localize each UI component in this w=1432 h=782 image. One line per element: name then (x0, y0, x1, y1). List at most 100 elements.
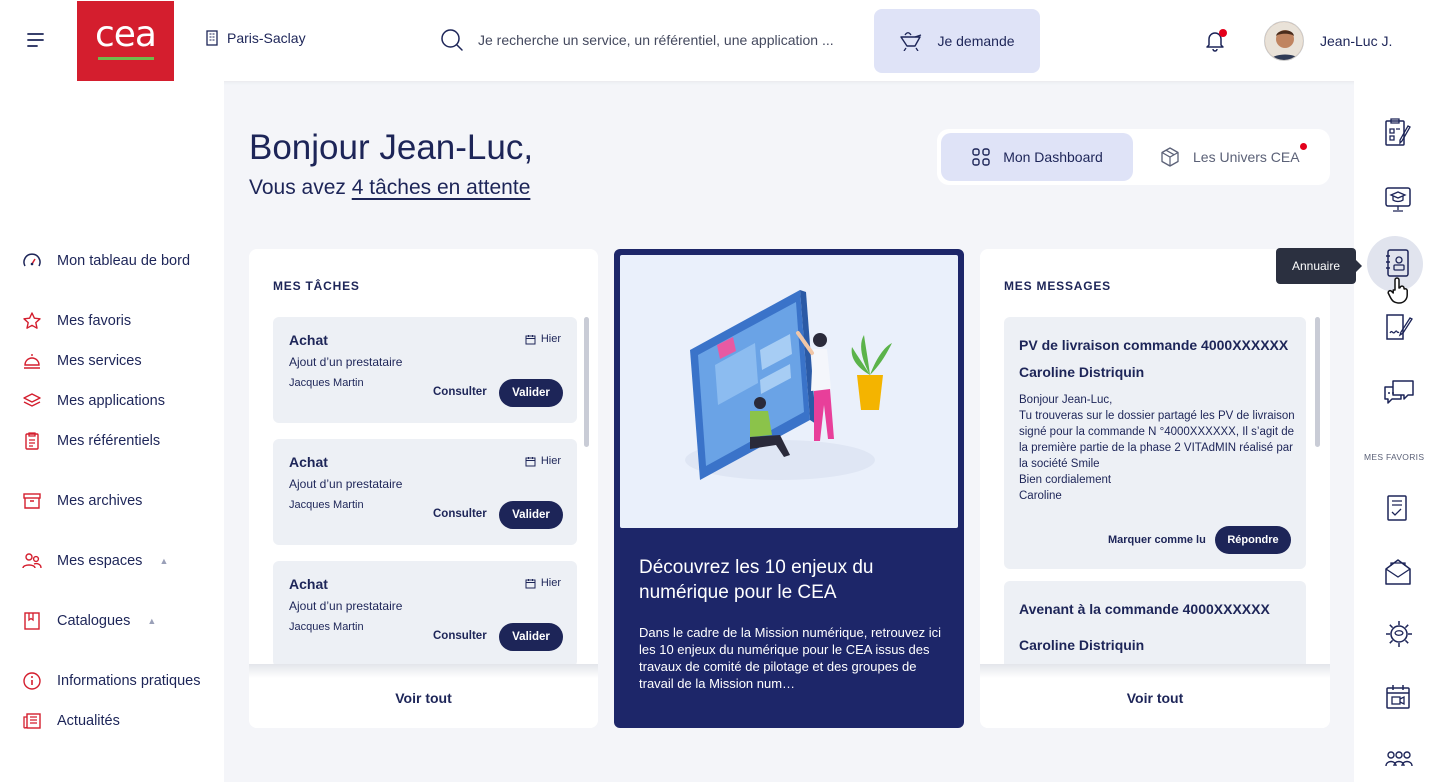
validate-button[interactable]: Valider (499, 379, 563, 407)
document-check-icon[interactable] (1383, 493, 1411, 523)
calendar-video-icon[interactable] (1383, 682, 1413, 712)
users-icon (22, 551, 42, 571)
top-bar: cea Paris-Saclay Je recherche un service… (0, 0, 1432, 81)
message-subject: Avenant à la commande 4000XXXXXX (1019, 601, 1270, 617)
view-toggle: Mon Dashboard Les Univers CEA (937, 129, 1330, 185)
clipboard-icon (22, 431, 42, 451)
nav-item-archives[interactable]: Mes archives (22, 491, 142, 511)
consult-button[interactable]: Consulter (433, 508, 487, 520)
tab-mon-dashboard[interactable]: Mon Dashboard (941, 133, 1133, 181)
je-demande-button[interactable]: Je demande (874, 9, 1040, 73)
mail-envelope-icon[interactable] (1383, 557, 1413, 587)
validate-button[interactable]: Valider (499, 501, 563, 529)
mark-as-read-button[interactable]: Marquer comme lu (1108, 534, 1206, 546)
messages-see-all-link[interactable]: Voir tout (980, 690, 1330, 706)
training-hat-icon[interactable] (1383, 184, 1413, 214)
logo-text: cea (94, 13, 157, 55)
user-name[interactable]: Jean-Luc J. (1320, 33, 1392, 49)
search-placeholder[interactable]: Je recherche un service, un référentiel,… (478, 32, 834, 48)
chat-bubbles-icon[interactable] (1383, 377, 1415, 405)
tasks-see-all-link[interactable]: Voir tout (249, 690, 598, 706)
tab-univers-cea[interactable]: Les Univers CEA (1159, 133, 1319, 181)
messages-card: MES MESSAGES PV de livraison commande 40… (980, 249, 1330, 728)
brain-gear-icon[interactable] (1383, 618, 1415, 650)
scrollbar[interactable] (584, 317, 589, 447)
feature-card[interactable]: Découvrez les 10 enjeux du numérique pou… (614, 249, 964, 728)
calendar-icon (525, 578, 536, 589)
book-icon (22, 611, 42, 631)
task-item: Achat Hier Ajout d’un prestataire Jacque… (273, 317, 577, 423)
nav-item-applications[interactable]: Mes applications (22, 391, 165, 411)
consult-button[interactable]: Consulter (433, 386, 487, 398)
fade-shadow (249, 664, 598, 678)
nav-item-tableau-de-bord[interactable]: Mon tableau de bord (22, 251, 190, 271)
digital-illustration (620, 255, 958, 528)
nav-item-favoris[interactable]: Mes favoris (22, 311, 131, 331)
hand-pointer-cursor-icon (1387, 277, 1411, 305)
nav-label: Informations pratiques (57, 673, 201, 689)
feature-description: Dans le cadre de la Mission numérique, r… (639, 625, 942, 691)
greeting-subtitle: Vous avez 4 tâches en attente (249, 176, 530, 200)
task-person: Jacques Martin (289, 377, 364, 389)
notification-dot (1219, 29, 1227, 37)
planning-clipboard-icon[interactable] (1383, 117, 1413, 149)
tab-label: Les Univers CEA (1193, 149, 1300, 165)
notification-dot (1300, 143, 1307, 150)
cea-logo[interactable]: cea (77, 1, 174, 81)
messages-title: MES MESSAGES (1004, 279, 1111, 293)
nav-label: Catalogues (57, 613, 131, 629)
tab-label: Mon Dashboard (1003, 149, 1103, 165)
task-item: Achat Hier Ajout d’un prestataire Jacque… (273, 561, 577, 667)
newspaper-icon (22, 711, 42, 731)
avatar[interactable] (1264, 21, 1304, 61)
task-desc: Ajout d’un prestataire (289, 355, 403, 369)
nav-item-actualites[interactable]: Actualités (22, 711, 120, 731)
site-selector[interactable]: Paris-Saclay (205, 30, 306, 46)
cube-icon (1159, 146, 1181, 168)
nav-label: Mes applications (57, 393, 165, 409)
nav-label: Mon tableau de bord (57, 253, 191, 269)
grid-icon (971, 147, 991, 167)
team-icon[interactable] (1383, 748, 1415, 776)
consult-button[interactable]: Consulter (433, 630, 487, 642)
message-body: Bonjour Jean-Luc, Tu trouveras sur le do… (1019, 394, 1295, 502)
annuaire-tooltip: Annuaire (1276, 248, 1362, 284)
nav-label: Mes favoris (57, 313, 132, 329)
scrollbar[interactable] (1315, 317, 1320, 447)
nav-item-catalogues[interactable]: Catalogues ▲ (22, 611, 156, 631)
caret-up-icon[interactable]: ▲ (159, 556, 168, 566)
nav-item-services[interactable]: Mes services (22, 351, 142, 371)
nav-label: Mes archives (57, 493, 143, 509)
task-title: Achat (289, 576, 328, 592)
reply-button[interactable]: Répondre (1215, 526, 1291, 554)
archive-box-icon (22, 491, 42, 511)
nav-item-espaces[interactable]: Mes espaces ▲ (22, 551, 168, 571)
task-date: Hier (525, 577, 561, 589)
star-icon (22, 311, 42, 331)
task-date-label: Hier (540, 455, 561, 467)
caret-up-icon[interactable]: ▲ (147, 616, 156, 626)
signature-document-icon[interactable] (1383, 311, 1415, 343)
validate-button[interactable]: Valider (499, 623, 563, 651)
nav-item-informations[interactable]: Informations pratiques (22, 671, 200, 691)
task-person: Jacques Martin (289, 621, 364, 633)
message-item[interactable]: PV de livraison commande 4000XXXXXX Caro… (1004, 317, 1306, 569)
tasks-title: MES TÂCHES (273, 279, 360, 293)
je-demande-label: Je demande (937, 33, 1015, 49)
dashboard-gauge-icon (22, 251, 42, 271)
task-title: Achat (289, 332, 328, 348)
hamburger-menu-icon[interactable] (26, 30, 46, 50)
directory-contacts-icon[interactable] (1383, 247, 1413, 279)
task-date: Hier (525, 455, 561, 467)
fade-shadow (980, 664, 1330, 678)
notifications-bell-icon[interactable] (1205, 29, 1227, 52)
greeting-title: Bonjour Jean-Luc, (249, 128, 534, 167)
search-bar[interactable]: Je recherche un service, un référentiel,… (440, 28, 860, 52)
nav-item-referentiels[interactable]: Mes référentiels (22, 431, 160, 451)
info-icon (22, 671, 42, 691)
favorites-section-label: MES FAVORIS (1364, 452, 1425, 462)
task-date: Hier (525, 333, 561, 345)
task-item: Achat Hier Ajout d’un prestataire Jacque… (273, 439, 577, 545)
task-desc: Ajout d’un prestataire (289, 599, 403, 613)
pending-tasks-link[interactable]: 4 tâches en attente (352, 176, 531, 199)
